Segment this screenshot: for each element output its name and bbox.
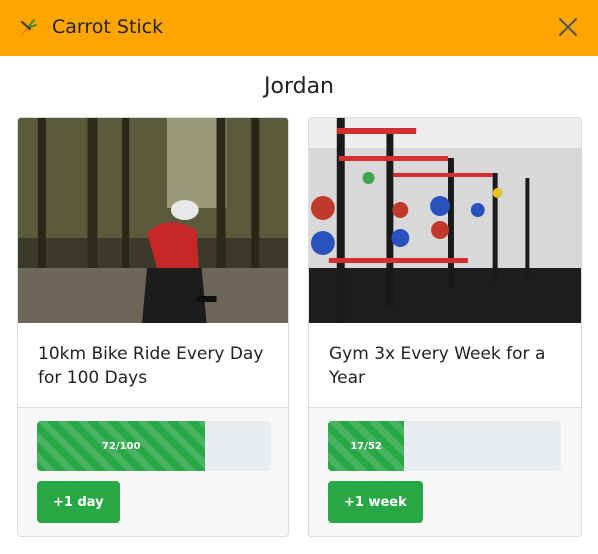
title-bar: Carrot Stick [0,0,598,56]
increment-week-button[interactable]: +1 week [328,481,423,523]
user-name: Jordan [264,74,334,99]
goal-card: 10km Bike Ride Every Day for 100 Days 72… [17,117,289,537]
gym-rack-photo [309,118,581,323]
goal-title: 10km Bike Ride Every Day for 100 Days [38,344,264,388]
app-title: Carrot Stick [52,16,164,38]
progress-fill: 17/52 [328,421,405,471]
increment-day-button[interactable]: +1 day [37,481,120,523]
carrot-icon [16,17,38,39]
goal-footer: 72/100 +1 day [18,407,288,536]
goal-card: Gym 3x Every Week for a Year 17/52 +1 we… [308,117,582,537]
goal-title: Gym 3x Every Week for a Year [329,344,546,388]
close-icon[interactable] [557,16,579,38]
cyclist-photo [18,118,288,323]
progress-fill: 72/100 [37,421,206,471]
goal-footer: 17/52 +1 week [309,407,581,536]
progress-bar: 17/52 [328,421,561,471]
progress-bar: 72/100 [37,421,271,471]
